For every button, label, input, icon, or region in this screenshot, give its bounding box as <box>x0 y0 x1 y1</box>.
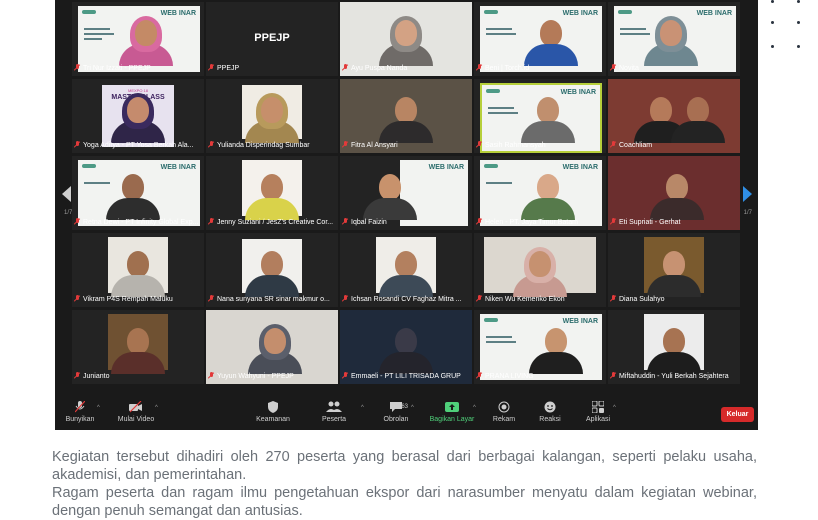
participant-tile[interactable]: Diana Sulahyo <box>608 233 740 307</box>
mic-off-icon <box>342 295 348 302</box>
mic-off-icon <box>208 372 214 379</box>
chat-bubble-icon <box>381 401 411 413</box>
video-options-caret[interactable]: ^ <box>155 405 158 411</box>
page-indicator-right: 1/7 <box>743 210 752 216</box>
mic-off-icon <box>74 295 80 302</box>
participant-label: PPEJP <box>254 32 290 44</box>
mic-off-icon <box>208 64 214 71</box>
record-icon <box>489 401 519 413</box>
participant-tile[interactable]: Emmaeli - PT LILI TRISADA GRUP <box>340 310 472 384</box>
share-screen-icon <box>427 401 477 413</box>
previous-page-arrow-icon[interactable] <box>62 186 71 202</box>
people-icon <box>317 401 351 413</box>
shield-icon <box>253 401 293 413</box>
participant-tile[interactable]: Vikram P4S Rempah Maluku <box>72 233 204 307</box>
participant-tile[interactable]: MEXPO 18MASTERCLASS Yoga Aditya - PT Yos… <box>72 79 204 153</box>
mic-off-icon <box>74 372 80 379</box>
participant-tile[interactable]: WEB INAR Helen - PT. Jaya Timur Batam <box>474 156 606 230</box>
mic-off-icon <box>208 218 214 225</box>
smiley-icon <box>535 401 565 413</box>
chat-button[interactable]: Obrolan <box>381 401 411 423</box>
mic-off-icon <box>74 64 80 71</box>
mic-off-icon <box>342 141 348 148</box>
apps-icon <box>581 400 615 414</box>
mic-off-icon <box>63 400 97 413</box>
caption: Kegiatan tersebut dihadiri oleh 270 pese… <box>52 448 757 520</box>
security-button[interactable]: Keamanan <box>253 401 293 423</box>
chat-options-caret[interactable]: ^ <box>411 405 414 411</box>
participant-tile[interactable]: Niken Wu Kemenko Ekon <box>474 233 606 307</box>
mic-off-icon <box>74 141 80 148</box>
mic-off-icon <box>610 141 616 148</box>
participant-tile[interactable]: Fitra Al Ansyari <box>340 79 472 153</box>
participants-options-caret[interactable]: ^ <box>361 405 364 411</box>
mute-options-caret[interactable]: ^ <box>97 405 100 411</box>
start-video-button[interactable]: Mulai Video <box>113 400 159 423</box>
participant-tile[interactable]: WEB INAR Iqbal Faizin <box>340 156 472 230</box>
mic-off-icon <box>610 218 616 225</box>
reactions-button[interactable]: Reaksi <box>535 401 565 423</box>
participant-tile[interactable]: Coachliam <box>608 79 740 153</box>
record-button[interactable]: Rekam <box>489 401 519 423</box>
meeting-toolbar: Bunyikan ^ Mulai Video ^ Keamanan Pesert… <box>55 398 758 430</box>
mic-off-icon <box>342 218 348 225</box>
participant-tile[interactable]: WEB INAR Novita <box>608 2 740 76</box>
mic-off-icon <box>610 295 616 302</box>
apps-options-caret[interactable]: ^ <box>613 405 616 411</box>
participant-tile[interactable]: Ayu Puspa Nanda <box>340 2 472 76</box>
participant-tile[interactable]: PPEJP PPEJP <box>206 2 338 76</box>
mic-off-icon <box>342 64 348 71</box>
participant-tile[interactable]: Yuyun Wahyuni - PPEJP <box>206 310 338 384</box>
mic-off-icon <box>476 218 482 225</box>
zoom-meeting-window: 1/7 1/7 WEB INAR Tri Nur Izzati - PPEJP … <box>55 0 758 430</box>
mic-off-icon <box>74 218 80 225</box>
caption-paragraph-1: Kegiatan tersebut dihadiri oleh 270 pese… <box>52 449 757 483</box>
participant-tile[interactable]: Yulianda Disperindag Sumbar <box>206 79 338 153</box>
caption-paragraph-2: Ragam peserta dan ragam ilmu pengetahuan… <box>52 485 757 519</box>
mic-off-icon <box>208 295 214 302</box>
participant-tile[interactable]: WEB INAR Sasih Rahmansyah <box>474 79 606 153</box>
mic-off-icon <box>476 295 482 302</box>
apps-button[interactable]: Aplikasi <box>581 400 615 423</box>
share-options-caret[interactable]: ^ <box>473 405 476 411</box>
mute-button[interactable]: Bunyikan <box>63 400 97 423</box>
leave-meeting-button[interactable]: Keluar <box>721 407 754 422</box>
participant-tile[interactable]: Ichsan Rosandi CV Faghaz Mitra ... <box>340 233 472 307</box>
mic-off-icon <box>342 372 348 379</box>
participants-button[interactable]: Peserta <box>317 401 351 423</box>
mic-off-icon <box>476 64 482 71</box>
mic-off-icon <box>476 141 482 148</box>
video-off-icon <box>113 400 159 413</box>
mic-off-icon <box>208 141 214 148</box>
participant-tile[interactable]: WEB INAR Tri Nur Izzati - PPEJP <box>72 2 204 76</box>
mic-off-icon <box>610 372 616 379</box>
participant-tile[interactable]: WEB INAR Beni | Torch.id <box>474 2 606 76</box>
share-screen-button[interactable]: Bagikan Layar <box>427 401 477 423</box>
next-page-arrow-icon[interactable] <box>743 186 752 202</box>
participant-tile[interactable]: Miftahuddin - Yuli Berkah Sejahtera <box>608 310 740 384</box>
participant-tile[interactable]: Nana sunyana SR sinar makmur o... <box>206 233 338 307</box>
participant-tile[interactable]: WEB INAR Retna Dewi - PT Infinity Global… <box>72 156 204 230</box>
participant-tile[interactable]: Eti Supriati - Gerhat <box>608 156 740 230</box>
participant-gallery: WEB INAR Tri Nur Izzati - PPEJP PPEJP PP… <box>72 2 743 386</box>
mic-off-icon <box>610 64 616 71</box>
participant-tile[interactable]: Jenny Suziani / JesZ's Creative Cor... <box>206 156 338 230</box>
decorative-dots <box>768 0 808 50</box>
mic-off-icon <box>476 372 482 379</box>
participant-tile[interactable]: WEB INAR PRANA LIVING <box>474 310 606 384</box>
participant-tile[interactable]: Junianto <box>72 310 204 384</box>
